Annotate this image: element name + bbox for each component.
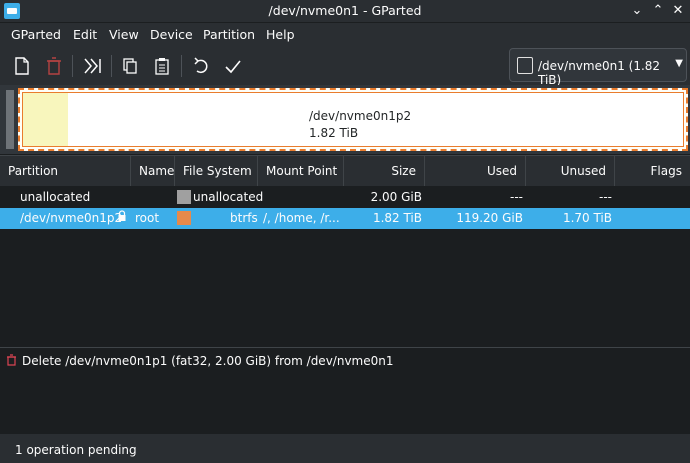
partition-table: Partition Name File System Mount Point S… — [0, 155, 690, 345]
new-partition-icon[interactable] — [9, 53, 35, 79]
partition-used-space — [23, 93, 68, 146]
device-selector[interactable]: /dev/nvme0n1 (1.82 TiB) ▼ — [509, 48, 687, 87]
cell-size: 1.82 TiB — [372, 211, 422, 225]
cell-unused: --- — [599, 190, 612, 204]
title-bar: /dev/nvme0n1 - GParted ⌄ ⌃ ✕ — [0, 0, 690, 22]
cell-filesystem: unallocated — [193, 190, 264, 204]
copy-icon[interactable] — [117, 53, 143, 79]
cell-mount: /, /home, /r... — [263, 211, 340, 225]
menu-bar: GParted Edit View Device Partition Help — [0, 23, 690, 47]
column-header-filesystem[interactable]: File System — [175, 156, 258, 186]
column-header-mountpoint[interactable]: Mount Point — [258, 156, 344, 186]
menu-view[interactable]: View — [109, 27, 139, 42]
partition-map-name: /dev/nvme0n1p2 — [309, 109, 412, 123]
toolbar-separator — [72, 55, 73, 77]
minimize-icon[interactable]: ⌄ — [627, 1, 647, 21]
column-header-partition[interactable]: Partition — [0, 156, 131, 186]
pending-operations-list: Delete /dev/nvme0n1p1 (fat32, 2.00 GiB) … — [0, 347, 690, 433]
partition-map-label: /dev/nvme0n1p2 1.82 TiB — [309, 108, 411, 142]
cell-name: root — [135, 211, 160, 225]
filesystem-color-swatch — [177, 190, 191, 204]
menu-partition[interactable]: Partition — [203, 27, 255, 42]
status-text: 1 operation pending — [15, 443, 137, 457]
column-header-name[interactable]: Name — [131, 156, 175, 186]
lock-icon — [117, 210, 127, 225]
status-bar: 1 operation pending — [0, 434, 690, 463]
close-icon[interactable]: ✕ — [668, 1, 688, 21]
operation-item[interactable]: Delete /dev/nvme0n1p1 (fat32, 2.00 GiB) … — [22, 354, 394, 368]
unallocated-map-segment[interactable] — [6, 90, 14, 149]
partition-map-size: 1.82 TiB — [309, 126, 359, 140]
maximize-icon[interactable]: ⌃ — [648, 1, 668, 21]
disk-icon — [517, 57, 533, 74]
filesystem-color-swatch — [177, 211, 191, 225]
device-selector-value: /dev/nvme0n1 (1.82 TiB) — [538, 59, 661, 87]
menu-device[interactable]: Device — [150, 27, 193, 42]
cell-used: --- — [510, 190, 523, 204]
table-row-selected[interactable]: /dev/nvme0n1p2 root btrfs /, /home, /r..… — [0, 208, 690, 229]
partition-map-segment-inner: /dev/nvme0n1p2 1.82 TiB — [22, 92, 684, 147]
cell-partition: /dev/nvme0n1p2 — [20, 211, 123, 225]
cell-filesystem: btrfs — [230, 211, 258, 225]
cell-partition: unallocated — [20, 190, 91, 204]
column-header-used[interactable]: Used — [425, 156, 526, 186]
chevron-down-icon: ▼ — [675, 58, 683, 69]
delete-icon[interactable] — [41, 53, 67, 79]
toolbar-separator — [181, 55, 182, 77]
menu-gparted[interactable]: GParted — [11, 27, 61, 42]
resize-move-icon[interactable] — [80, 53, 106, 79]
toolbar-separator — [111, 55, 112, 77]
menu-edit[interactable]: Edit — [73, 27, 97, 42]
column-header-flags[interactable]: Flags — [615, 156, 690, 186]
window-title: /dev/nvme0n1 - GParted — [268, 3, 422, 18]
delete-icon — [6, 354, 17, 366]
column-header-size[interactable]: Size — [344, 156, 425, 186]
table-row-unallocated[interactable]: unallocated unallocated 2.00 GiB --- --- — [0, 187, 690, 208]
cell-used: 119.20 GiB — [456, 211, 523, 225]
apply-icon[interactable] — [220, 53, 246, 79]
column-header-unused[interactable]: Unused — [526, 156, 615, 186]
cell-unused: 1.70 TiB — [562, 211, 612, 225]
cell-size: 2.00 GiB — [370, 190, 422, 204]
paste-icon[interactable] — [149, 53, 175, 79]
undo-icon[interactable] — [188, 53, 214, 79]
partition-map-segment[interactable]: /dev/nvme0n1p2 1.82 TiB — [18, 88, 688, 151]
menu-help[interactable]: Help — [266, 27, 295, 42]
